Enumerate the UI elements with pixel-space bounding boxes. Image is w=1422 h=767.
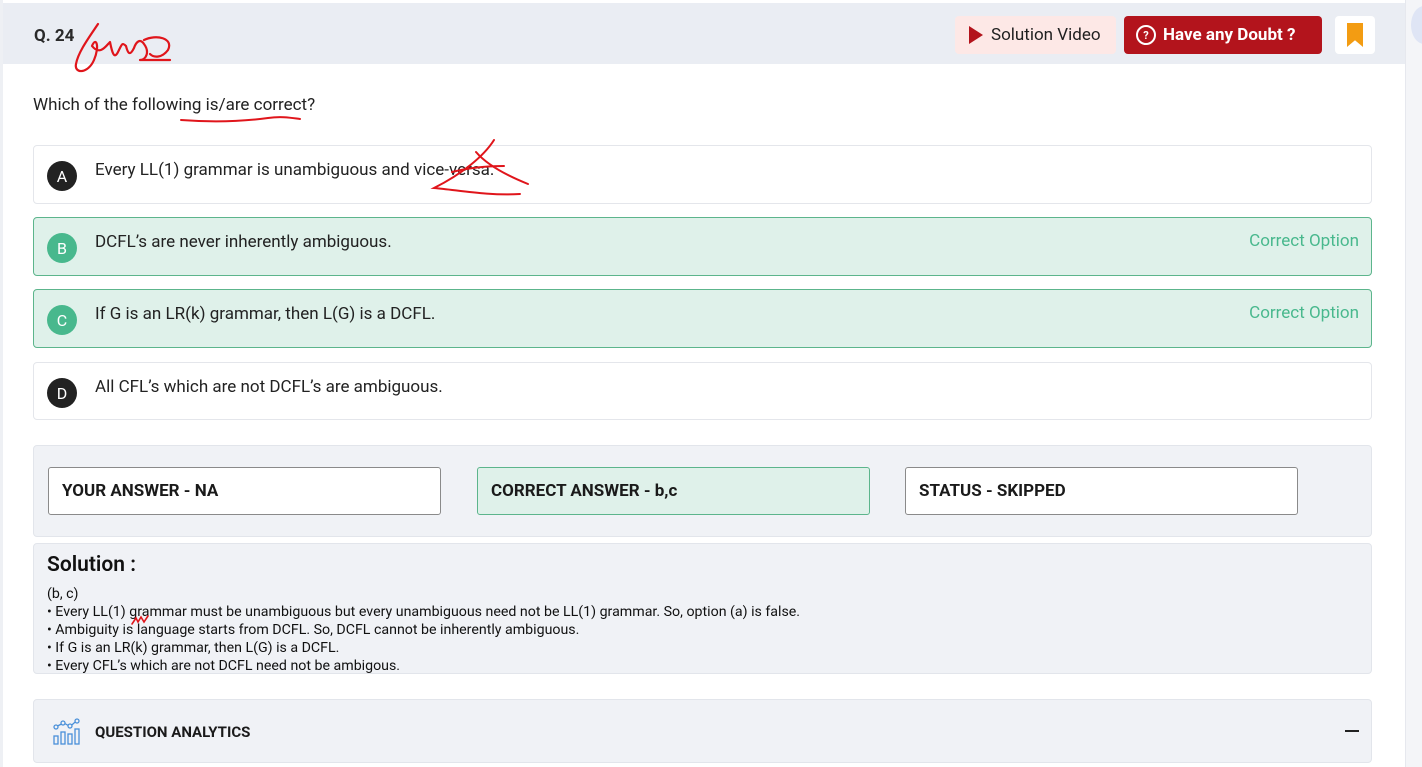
question-analytics-section[interactable]: QUESTION ANALYTICS xyxy=(33,699,1372,763)
status-box: STATUS - SKIPPED xyxy=(905,467,1298,515)
have-doubt-button[interactable]: ? Have any Doubt ? xyxy=(1124,16,1322,54)
option-text-a: Every LL(1) grammar is unambiguous and v… xyxy=(95,160,495,180)
solution-line: (b, c) xyxy=(47,586,79,602)
solution-title: Solution : xyxy=(47,553,136,577)
solution-line: • Every LL(1) grammar must be unambiguou… xyxy=(47,604,801,620)
your-answer-box: YOUR ANSWER - NA xyxy=(48,467,441,515)
question-text: Which of the following is/are correct? xyxy=(33,95,316,115)
correct-option-tag-c: Correct Option xyxy=(1249,303,1359,323)
analytics-title: QUESTION ANALYTICS xyxy=(95,723,251,741)
solution-line: • Ambiguity is language starts from DCFL… xyxy=(47,622,580,638)
option-text-d: All CFL’s which are not DCFL’s are ambig… xyxy=(95,377,443,397)
answer-summary: YOUR ANSWER - NA CORRECT ANSWER - b,c ST… xyxy=(33,445,1372,537)
correct-option-tag-b: Correct Option xyxy=(1249,231,1359,251)
solution-panel: Solution : (b, c) • Every LL(1) grammar … xyxy=(33,543,1372,674)
analytics-chart-icon xyxy=(53,718,80,745)
option-c[interactable]: C If G is an LR(k) grammar, then L(G) is… xyxy=(33,289,1372,348)
question-header: Q. 24 Solution Video ? Have any Doubt ? xyxy=(3,3,1405,64)
option-d[interactable]: D All CFL’s which are not DCFL’s are amb… xyxy=(33,362,1372,420)
bookmark-icon xyxy=(1347,23,1363,47)
correct-answer-box: CORRECT ANSWER - b,c xyxy=(477,467,870,515)
option-b[interactable]: B DCFL’s are never inherently ambiguous.… xyxy=(33,217,1372,276)
play-icon xyxy=(969,26,983,44)
solution-line: • Every CFL’s which are not DCFL need no… xyxy=(47,658,401,674)
solution-video-label: Solution Video xyxy=(991,25,1101,45)
bookmark-button[interactable] xyxy=(1335,16,1375,54)
right-scroll-strip[interactable] xyxy=(1405,0,1422,767)
option-badge-a: A xyxy=(47,161,77,191)
option-badge-b: B xyxy=(47,233,77,263)
option-a[interactable]: A Every LL(1) grammar is unambiguous and… xyxy=(33,145,1372,204)
question-bubble-icon: ? xyxy=(1136,25,1156,45)
solution-body: (b, c) • Every LL(1) grammar must be una… xyxy=(47,585,800,675)
option-text-c: If G is an LR(k) grammar, then L(G) is a… xyxy=(95,304,436,324)
option-text-b: DCFL’s are never inherently ambiguous. xyxy=(95,232,392,252)
solution-video-button[interactable]: Solution Video xyxy=(955,16,1116,54)
solution-line: • If G is an LR(k) grammar, then L(G) is… xyxy=(47,640,340,656)
option-badge-d: D xyxy=(47,378,77,408)
option-badge-c: C xyxy=(47,305,77,335)
collapse-minus-icon[interactable] xyxy=(1345,730,1359,732)
question-number: Q. 24 xyxy=(34,26,75,46)
have-doubt-label: Have any Doubt ? xyxy=(1163,25,1296,45)
